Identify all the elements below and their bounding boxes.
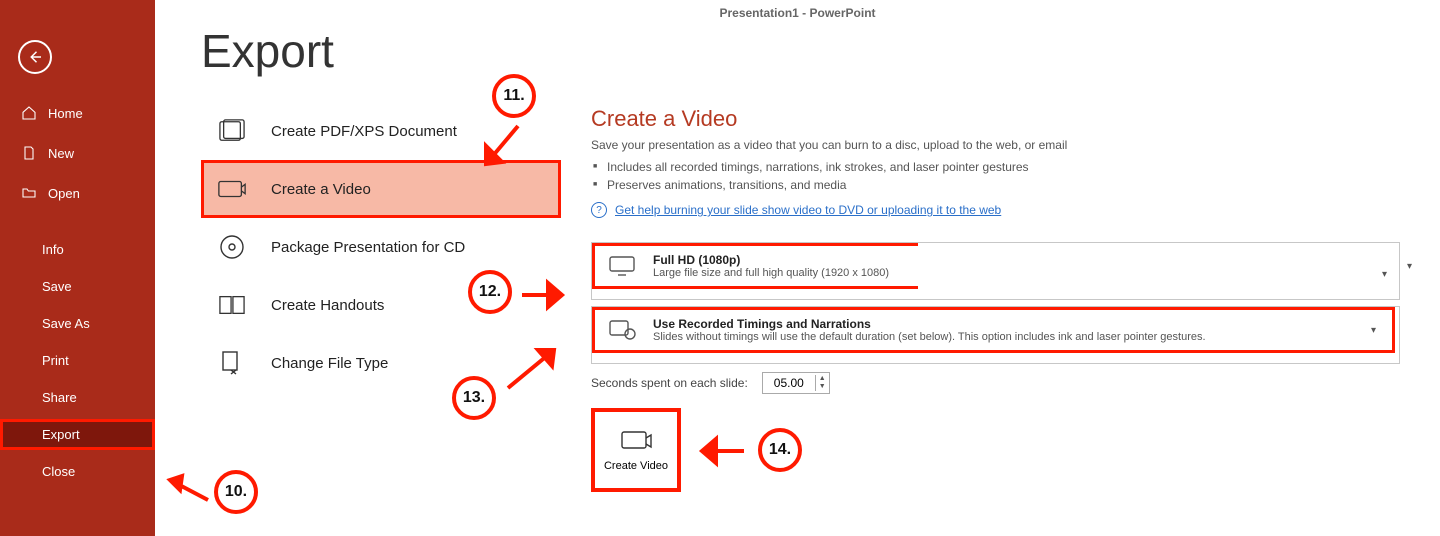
main-panel: Presentation1 - PowerPoint Export Create…: [155, 0, 1440, 536]
seconds-spinner[interactable]: ▲ ▼: [762, 372, 830, 394]
spinner-down[interactable]: ▼: [816, 383, 829, 391]
timings-dropdown[interactable]: Use Recorded Timings and Narrations Slid…: [592, 307, 1395, 353]
export-option-label: Create PDF/XPS Document: [271, 123, 457, 140]
page-title: Export: [201, 24, 1400, 78]
spinner-up[interactable]: ▲: [816, 375, 829, 383]
sidebar-item-label: Save As: [42, 316, 90, 331]
chevron-down-icon: ▾: [1382, 269, 1387, 280]
timings-dropdown-wrap: Use Recorded Timings and Narrations Slid…: [591, 306, 1400, 364]
export-option-label: Package Presentation for CD: [271, 239, 465, 256]
handouts-icon: [215, 290, 249, 320]
timings-title: Use Recorded Timings and Narrations: [653, 317, 1357, 331]
panel-bullets: Includes all recorded timings, narration…: [591, 160, 1400, 192]
export-option-create-video[interactable]: Create a Video: [201, 160, 561, 218]
help-link[interactable]: Get help burning your slide show video t…: [615, 203, 1001, 217]
bullet-item: Preserves animations, transitions, and m…: [607, 178, 1400, 192]
file-type-icon: [215, 348, 249, 378]
export-option-package-cd[interactable]: Package Presentation for CD: [201, 218, 561, 276]
sidebar-item-label: Export: [42, 427, 80, 442]
sidebar-item-label: Print: [42, 353, 69, 368]
help-icon: ?: [591, 202, 607, 218]
sidebar-item-save-as[interactable]: Save As: [0, 308, 155, 339]
chevron-down-icon: ▾: [1371, 325, 1382, 336]
export-options: Create PDF/XPS Document Create a Video P…: [201, 102, 561, 492]
sidebar-item-export[interactable]: Export: [0, 419, 155, 450]
open-icon: [20, 184, 38, 202]
monitor-icon: [605, 252, 639, 280]
panel-subtitle: Save your presentation as a video that y…: [591, 138, 1400, 152]
quality-dropdown[interactable]: Full HD (1080p) Large file size and full…: [592, 243, 918, 289]
sidebar-item-label: Info: [42, 242, 64, 257]
chevron-down-icon: ▾: [1407, 261, 1418, 272]
sidebar-item-save[interactable]: Save: [0, 271, 155, 302]
export-option-label: Create a Video: [271, 181, 371, 198]
backstage-sidebar: Home New Open Info Save Save As Print Sh…: [0, 0, 155, 536]
export-option-label: Create Handouts: [271, 297, 384, 314]
panel-heading: Create a Video: [591, 106, 1400, 132]
sidebar-item-label: Share: [42, 390, 77, 405]
export-option-change-file-type[interactable]: Change File Type: [201, 334, 561, 392]
sidebar-item-label: New: [48, 146, 74, 161]
sidebar-item-info[interactable]: Info: [0, 234, 155, 265]
home-icon: [20, 104, 38, 122]
timings-desc: Slides without timings will use the defa…: [653, 331, 1357, 343]
seconds-input[interactable]: [763, 373, 815, 393]
pdf-icon: [215, 116, 249, 146]
sidebar-item-label: Save: [42, 279, 72, 294]
quality-dropdown-wrap: Full HD (1080p) Large file size and full…: [591, 242, 1400, 300]
export-option-handouts[interactable]: Create Handouts: [201, 276, 561, 334]
new-icon: [20, 144, 38, 162]
back-button[interactable]: [18, 40, 52, 74]
video-icon: [619, 428, 653, 454]
sidebar-item-label: Close: [42, 464, 75, 479]
cd-icon: [215, 232, 249, 262]
export-option-label: Change File Type: [271, 355, 388, 372]
sidebar-item-label: Open: [48, 186, 80, 201]
export-option-pdf-xps[interactable]: Create PDF/XPS Document: [201, 102, 561, 160]
quality-desc: Large file size and full high quality (1…: [653, 267, 908, 279]
timings-icon: [605, 316, 639, 344]
create-video-button[interactable]: Create Video: [591, 408, 681, 492]
video-icon: [215, 174, 249, 204]
quality-title: Full HD (1080p): [653, 253, 908, 267]
bullet-item: Includes all recorded timings, narration…: [607, 160, 1400, 174]
sidebar-item-label: Home: [48, 106, 83, 121]
help-row: ? Get help burning your slide show video…: [591, 202, 1400, 218]
seconds-label: Seconds spent on each slide:: [591, 376, 748, 390]
sidebar-item-new[interactable]: New: [0, 136, 155, 170]
seconds-row: Seconds spent on each slide: ▲ ▼: [591, 372, 1400, 394]
back-arrow-icon: [26, 48, 44, 66]
sidebar-item-close[interactable]: Close: [0, 456, 155, 487]
create-video-panel: Create a Video Save your presentation as…: [591, 102, 1400, 492]
create-video-label: Create Video: [604, 460, 668, 473]
sidebar-item-print[interactable]: Print: [0, 345, 155, 376]
sidebar-item-open[interactable]: Open: [0, 176, 155, 210]
sidebar-item-share[interactable]: Share: [0, 382, 155, 413]
sidebar-item-home[interactable]: Home: [0, 96, 155, 130]
window-title: Presentation1 - PowerPoint: [155, 6, 1440, 20]
